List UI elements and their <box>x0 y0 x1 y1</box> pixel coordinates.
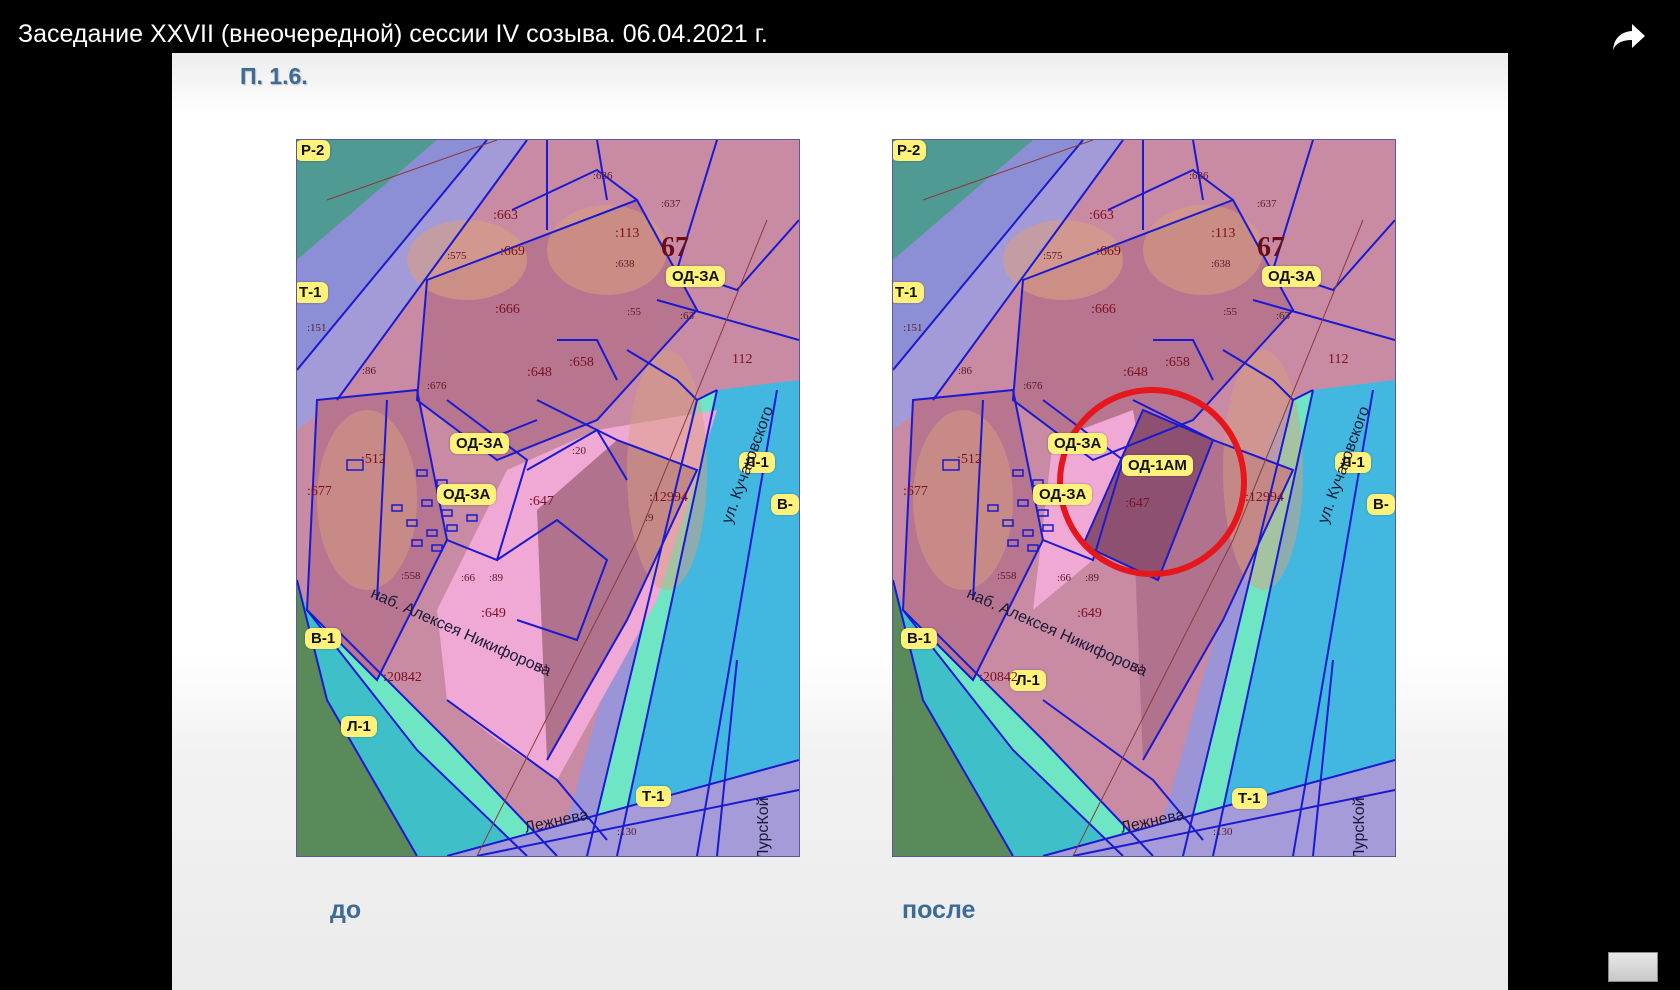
lot-number: :9 <box>645 512 654 524</box>
zone-label-od1am: ОД-1АМ <box>1122 455 1193 476</box>
lot-number: :649 <box>481 606 506 621</box>
lot-number: :575 <box>447 250 467 262</box>
lot-number: :666 <box>1091 302 1116 317</box>
lot-number: :648 <box>527 365 552 380</box>
lot-number: :63 <box>680 310 695 322</box>
lot-number: :86 <box>958 365 973 377</box>
lot-number: :130 <box>1213 826 1233 838</box>
lot-number: :663 <box>1089 208 1114 223</box>
zone-label: ОД-ЗА <box>1048 433 1108 454</box>
highlight-circle <box>1057 387 1247 577</box>
lot-number: :676 <box>427 380 447 392</box>
zone-label: ОД-ЗА <box>666 266 726 287</box>
lot-number: :666 <box>495 302 520 317</box>
slide-heading: П. 1.6. <box>240 63 308 89</box>
lot-number-large: 67 <box>1257 232 1285 263</box>
lot-number: :12994 <box>1245 490 1284 505</box>
lot-number: :89 <box>1085 572 1100 584</box>
caption-after: после <box>902 896 976 924</box>
zone-label: ОД-ЗА <box>1262 266 1322 287</box>
lot-number-large: 67 <box>661 232 689 263</box>
lot-number: :512 <box>957 452 982 467</box>
zone-label: Л-1 <box>341 716 377 737</box>
zone-label: В-1 <box>901 628 938 649</box>
lot-number: :669 <box>500 244 525 259</box>
lot-number: :89 <box>489 572 504 584</box>
lot-number: :637 <box>661 198 681 210</box>
lot-number: :658 <box>569 355 594 370</box>
lot-number: :647 <box>1125 496 1150 511</box>
zoning-map-after: Р-2 Т-1 ОД-ЗА ОД-ЗА ОД-ЗА ОД-1АМ Л-1 В- … <box>892 139 1396 857</box>
lot-number: :647 <box>529 494 554 509</box>
lot-number: :55 <box>1223 306 1238 318</box>
zoning-map-before: Р-2 Т-1 ОД-ЗА ОД-ЗА ОД-ЗА Л-1 В- В-1 Л-1… <box>296 139 800 857</box>
lot-number: :66 <box>1057 572 1072 584</box>
lot-number: :677 <box>903 484 928 499</box>
zone-label: Т-1 <box>893 282 924 303</box>
lot-number: :677 <box>307 484 332 499</box>
zone-label: Р-2 <box>893 140 927 161</box>
lot-number: :649 <box>1077 606 1102 621</box>
lot-number: :66 <box>461 572 476 584</box>
zone-label: ОД-ЗА <box>437 484 497 505</box>
lot-number: :636 <box>593 170 613 182</box>
lot-number: :63 <box>1276 310 1291 322</box>
channel-logo-icon[interactable] <box>1608 952 1658 982</box>
lot-number: :669 <box>1096 244 1121 259</box>
lot-number: :637 <box>1257 198 1277 210</box>
zone-label: Р-2 <box>297 140 331 161</box>
lot-number: :12994 <box>649 490 688 505</box>
zone-label: ОД-ЗА <box>450 433 510 454</box>
lot-number: :151 <box>307 322 327 334</box>
lot-number: :636 <box>1189 170 1209 182</box>
presentation-slide: П. 1.6. Р-2 Т-1 ОД-ЗА ОД-ЗА ОД-ЗА Л-1 В-… <box>172 53 1508 990</box>
lot-number: :638 <box>615 258 635 270</box>
lot-number: 112 <box>1328 352 1349 367</box>
lot-number: :20842 <box>979 670 1018 685</box>
lot-number: :558 <box>997 570 1017 582</box>
lot-number: :575 <box>1043 250 1063 262</box>
caption-before: до <box>330 896 362 924</box>
zone-label: В- <box>771 494 799 515</box>
street-label: ЛурсКой <box>1351 797 1368 857</box>
video-title: Заседание XXVII (внеочередной) сессии IV… <box>18 20 768 48</box>
lot-number: :130 <box>617 826 637 838</box>
lot-number: :55 <box>627 306 642 318</box>
zone-label: Т-1 <box>636 786 671 807</box>
lot-number: :512 <box>361 452 386 467</box>
lot-number: :658 <box>1165 355 1190 370</box>
lot-number: :86 <box>362 365 377 377</box>
zone-label: В-1 <box>305 628 342 649</box>
zone-label: ОД-ЗА <box>1033 484 1093 505</box>
lot-number: :558 <box>401 570 421 582</box>
lot-number: 112 <box>732 352 753 367</box>
zone-label: Т-1 <box>297 282 328 303</box>
zone-label: Т-1 <box>1232 788 1267 809</box>
zone-label: В- <box>1367 494 1395 515</box>
lot-number: :151 <box>903 322 923 334</box>
street-label: ЛурсКой <box>755 797 772 857</box>
lot-number: :113 <box>615 226 640 241</box>
lot-number: :20 <box>572 445 587 457</box>
lot-number: :648 <box>1123 365 1148 380</box>
share-arrow-icon[interactable] <box>1612 22 1646 52</box>
lot-number: :676 <box>1023 380 1043 392</box>
lot-number: :113 <box>1211 226 1236 241</box>
lot-number: :663 <box>493 208 518 223</box>
lot-number: :638 <box>1211 258 1231 270</box>
lot-number: :20842 <box>383 670 422 685</box>
